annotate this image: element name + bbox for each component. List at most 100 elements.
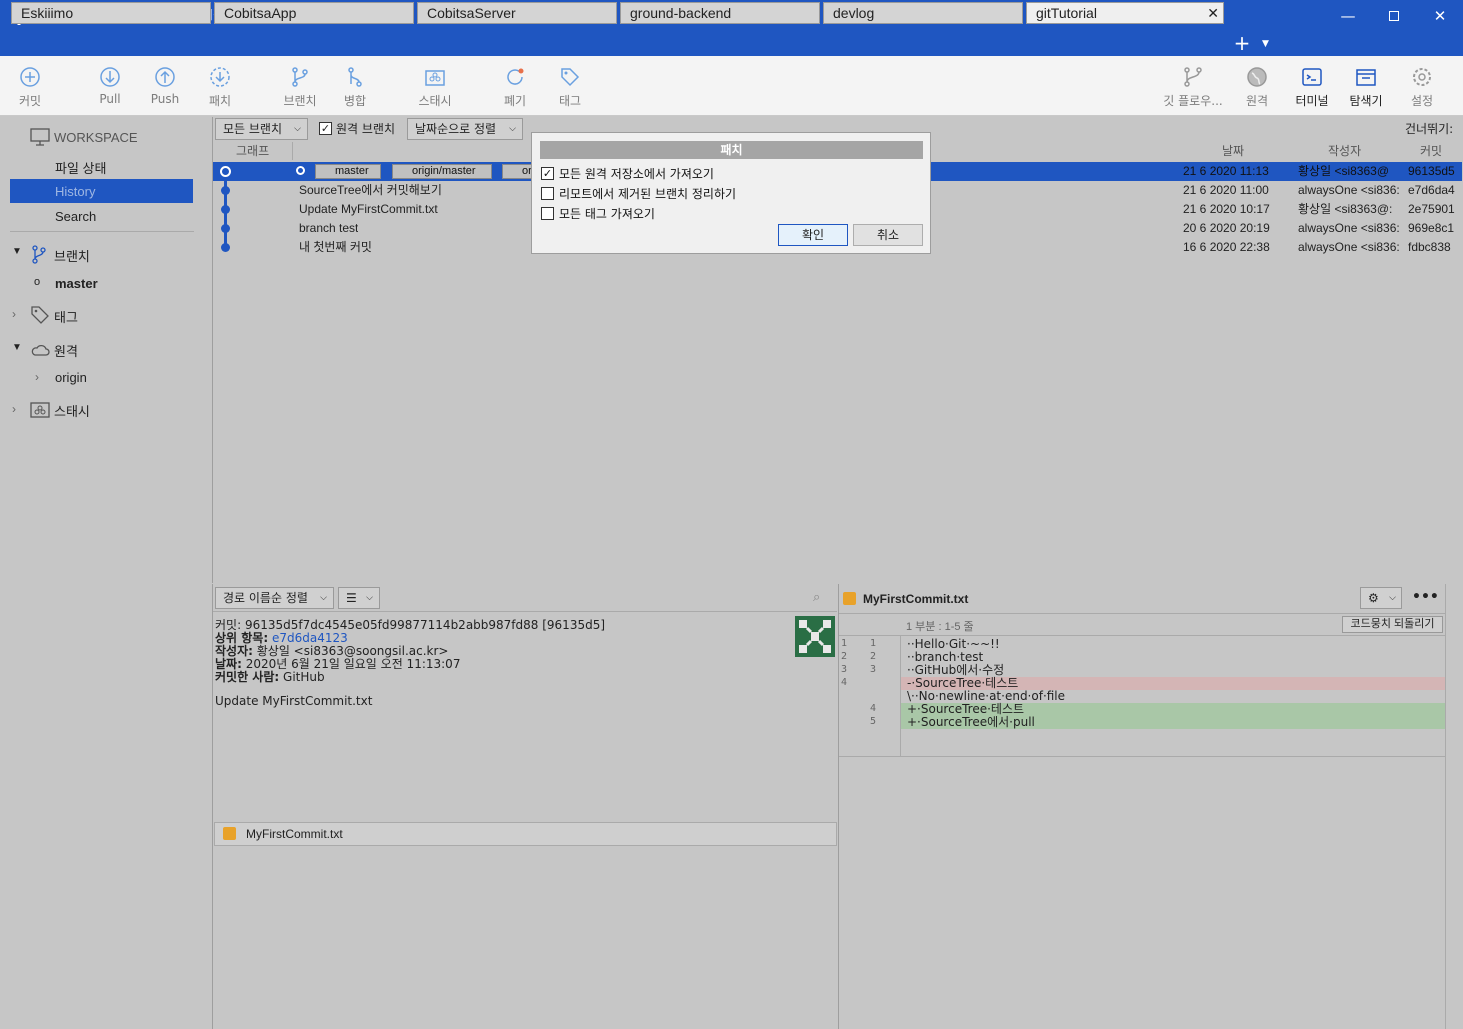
graph-node (221, 205, 230, 214)
commit-date: 16 6 2020 22:38 (1183, 240, 1270, 254)
committer-label: 커밋한 사람: (215, 670, 280, 684)
commit-button[interactable]: 커밋 (10, 56, 50, 116)
path-sort-dropdown[interactable]: 경로 이름순 정렬 ⌵ (215, 587, 334, 609)
push-label: Push (150, 92, 180, 106)
chevron-down-icon: ⌵ (366, 593, 373, 603)
fetch-button[interactable]: 패치 (200, 56, 240, 116)
tab-ground-backend[interactable]: ground-backend (620, 2, 820, 24)
old-line-number: 3 (841, 664, 848, 675)
tab-cobitsaapp[interactable]: CobitsaApp (214, 2, 414, 24)
close-window-button[interactable]: ✕ (1417, 0, 1463, 32)
tab-devlog[interactable]: devlog (823, 2, 1023, 24)
detail-committer: 커밋한 사람: GitHub (215, 668, 325, 685)
commit-date: 21 6 2020 11:00 (1183, 183, 1269, 197)
search-icon[interactable]: ⌕ (813, 590, 820, 605)
discard-button[interactable]: 폐기 (495, 56, 535, 116)
commit-message: branch test (299, 221, 359, 235)
diff-line[interactable]: +·SourceTree에서·pull (901, 716, 1445, 729)
commit-hash: 969e8c1 (1408, 221, 1455, 235)
tags-expand-icon[interactable]: › (12, 307, 16, 321)
modified-file-icon (223, 827, 236, 840)
terminal-button[interactable]: 터미널 (1292, 56, 1332, 116)
chevron-down-icon: ⌵ (1389, 593, 1396, 603)
branches-expand-icon[interactable]: ▼ (12, 246, 22, 257)
remote-branches-checkbox[interactable]: ✓ (319, 122, 332, 135)
explorer-button[interactable]: 탐색기 (1346, 56, 1386, 116)
prune-checkbox[interactable] (541, 187, 554, 200)
diff-scrollbar[interactable] (1445, 584, 1463, 1029)
pull-arrow-icon (100, 67, 120, 87)
branch-tag-master[interactable]: master (315, 164, 381, 179)
gitflow-label: 깃 플로우... (1163, 94, 1223, 108)
branch-button[interactable]: 브랜치 (280, 56, 320, 116)
fetch-tags-option[interactable]: 모든 태그 가져오기 (541, 205, 655, 222)
gitflow-button[interactable]: 깃 플로우... (1160, 56, 1226, 116)
origin-expand-icon[interactable]: › (35, 370, 39, 384)
hunk-label: 1 부분 : 1-5 줄 (906, 621, 974, 633)
more-options-icon[interactable]: ••• (1412, 589, 1439, 605)
fetch-all-remotes-checkbox[interactable]: ✓ (541, 167, 554, 180)
graph-node (221, 224, 230, 233)
terminal-icon (1302, 68, 1322, 86)
ok-button[interactable]: 확인 (778, 224, 848, 246)
tab-cobitsaserver[interactable]: CobitsaServer (417, 2, 617, 24)
sort-dropdown[interactable]: 날짜순으로 정렬 ⌵ (407, 118, 523, 140)
sidebar-remotes-header[interactable]: 원격 (54, 341, 78, 360)
branch-tag-origin-master[interactable]: origin/master (392, 164, 492, 179)
remotes-expand-icon[interactable]: ▼ (12, 342, 22, 353)
stash-button[interactable]: 스태시 (413, 56, 457, 116)
pull-button[interactable]: Pull (90, 56, 130, 116)
minimize-button[interactable]: — (1325, 0, 1371, 32)
close-icon: ✕ (1433, 7, 1447, 25)
column-graph[interactable]: 그래프 (236, 141, 269, 161)
tab-gittutorial[interactable]: gitTutorial ✕ (1026, 2, 1224, 24)
divider (839, 756, 1445, 757)
column-author[interactable]: 작성자 (1328, 141, 1361, 161)
new-line-number: 2 (870, 651, 877, 662)
maximize-button[interactable] (1371, 0, 1417, 32)
new-tab-button[interactable]: + (1232, 32, 1252, 56)
sidebar-branches-header[interactable]: 브랜치 (54, 246, 90, 265)
revert-hunk-button[interactable]: 코드뭉치 되돌리기 (1342, 616, 1443, 633)
prune-option[interactable]: 리모트에서 제거된 브랜치 정리하기 (541, 185, 736, 202)
sidebar-item-search[interactable]: Search (55, 209, 96, 224)
commit-author: alwaysOne <si836: (1298, 221, 1400, 235)
view-mode-dropdown[interactable]: ☰ ⌵ (338, 587, 380, 609)
tab-dropdown-icon[interactable]: ▼ (1262, 32, 1276, 56)
tag-button[interactable]: 태그 (550, 56, 590, 116)
globe-icon (1247, 67, 1267, 87)
folder-icon (1356, 69, 1376, 86)
sidebar-stashes-header[interactable]: 스태시 (54, 401, 90, 420)
minimize-icon: — (1340, 7, 1356, 25)
tab-eskiiimo[interactable]: Eskiiimo (11, 2, 211, 24)
monitor-icon (30, 128, 50, 146)
fetch-tags-checkbox[interactable] (541, 207, 554, 220)
graph-node-head (220, 166, 231, 177)
settings-button[interactable]: 설정 (1402, 56, 1442, 116)
fetch-all-remotes-option[interactable]: ✓ 모든 원격 저장소에서 가져오기 (541, 165, 714, 182)
branch-tag-origin[interactable]: or (502, 164, 532, 179)
branch-filter-dropdown[interactable]: 모든 브랜치 ⌵ (215, 118, 308, 140)
column-date[interactable]: 날짜 (1222, 141, 1244, 161)
diff-options-button[interactable]: ⚙ ⌵ (1360, 587, 1402, 609)
fetch-dialog: 패치 ✓ 모든 원격 저장소에서 가져오기 리모트에서 제거된 브랜치 정리하기 … (531, 132, 931, 254)
discard-label: 폐기 (503, 94, 527, 108)
commit-plus-icon (20, 67, 40, 87)
merge-button[interactable]: 병합 (335, 56, 375, 116)
avatar (795, 616, 835, 657)
cancel-button[interactable]: 취소 (853, 224, 923, 246)
fetch-tags-label: 모든 태그 가져오기 (559, 207, 655, 221)
sidebar-item-file-status[interactable]: 파일 상태 (55, 158, 106, 177)
sort-label: 날짜순으로 정렬 (415, 122, 497, 136)
remote-button[interactable]: 원격 (1237, 56, 1277, 116)
sidebar-tags-header[interactable]: 태그 (54, 307, 78, 326)
stashes-expand-icon[interactable]: › (12, 402, 16, 416)
close-tab-icon[interactable]: ✕ (1207, 3, 1219, 23)
sidebar-item-master[interactable]: master (55, 276, 98, 291)
sidebar-item-history[interactable]: History (55, 184, 95, 199)
sidebar-item-origin[interactable]: origin (55, 370, 87, 385)
push-button[interactable]: Push (145, 56, 185, 116)
remote-label: 원격 (1245, 94, 1269, 108)
committer-value: GitHub (283, 670, 325, 684)
column-commit[interactable]: 커밋 (1420, 141, 1442, 161)
